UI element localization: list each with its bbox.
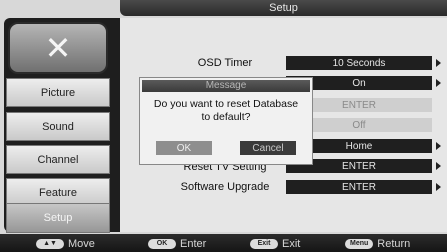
ok-key-icon: OK: [148, 239, 176, 249]
footer-hint-exit: Exit Exit: [250, 238, 300, 250]
footer-hint-return: Menu Return: [345, 238, 410, 250]
sidebar-item-setup[interactable]: Setup: [6, 203, 110, 233]
reset-database-dialog: Message Do you want to reset Database to…: [139, 77, 313, 165]
ok-button[interactable]: OK: [156, 141, 212, 155]
sidebar-item-picture[interactable]: Picture: [6, 78, 110, 107]
setting-value-software-upgrade[interactable]: ENTER: [286, 180, 432, 194]
updown-key-icon: ▲▼: [36, 239, 64, 249]
sidebar-item-sound[interactable]: Sound: [6, 112, 110, 141]
footer-hint-move: ▲▼ Move: [36, 238, 95, 250]
exit-key-icon: Exit: [250, 239, 278, 249]
chevron-right-icon[interactable]: [436, 59, 441, 67]
chevron-right-icon[interactable]: [436, 79, 441, 87]
tools-icon: ✕: [8, 22, 108, 74]
setting-label-osd-timer: OSD Timer: [197, 57, 253, 69]
setting-value-osd-timer[interactable]: 10 Seconds: [286, 56, 432, 70]
setting-label-software-upgrade: Software Upgrade: [180, 181, 270, 193]
dialog-title: Message: [142, 80, 310, 92]
chevron-right-icon[interactable]: [436, 142, 441, 150]
menu-header: Setup: [120, 0, 447, 16]
cancel-button[interactable]: Cancel: [240, 141, 296, 155]
footer-hint-bar: ▲▼ Move OK Enter Exit Exit Menu Return: [0, 234, 447, 252]
footer-hint-enter: OK Enter: [148, 238, 206, 250]
menu-key-icon: Menu: [345, 239, 374, 249]
chevron-right-icon[interactable]: [436, 183, 441, 191]
dialog-message: Do you want to reset Database to default…: [153, 98, 299, 123]
chevron-right-icon[interactable]: [436, 162, 441, 170]
sidebar-item-channel[interactable]: Channel: [6, 145, 110, 174]
